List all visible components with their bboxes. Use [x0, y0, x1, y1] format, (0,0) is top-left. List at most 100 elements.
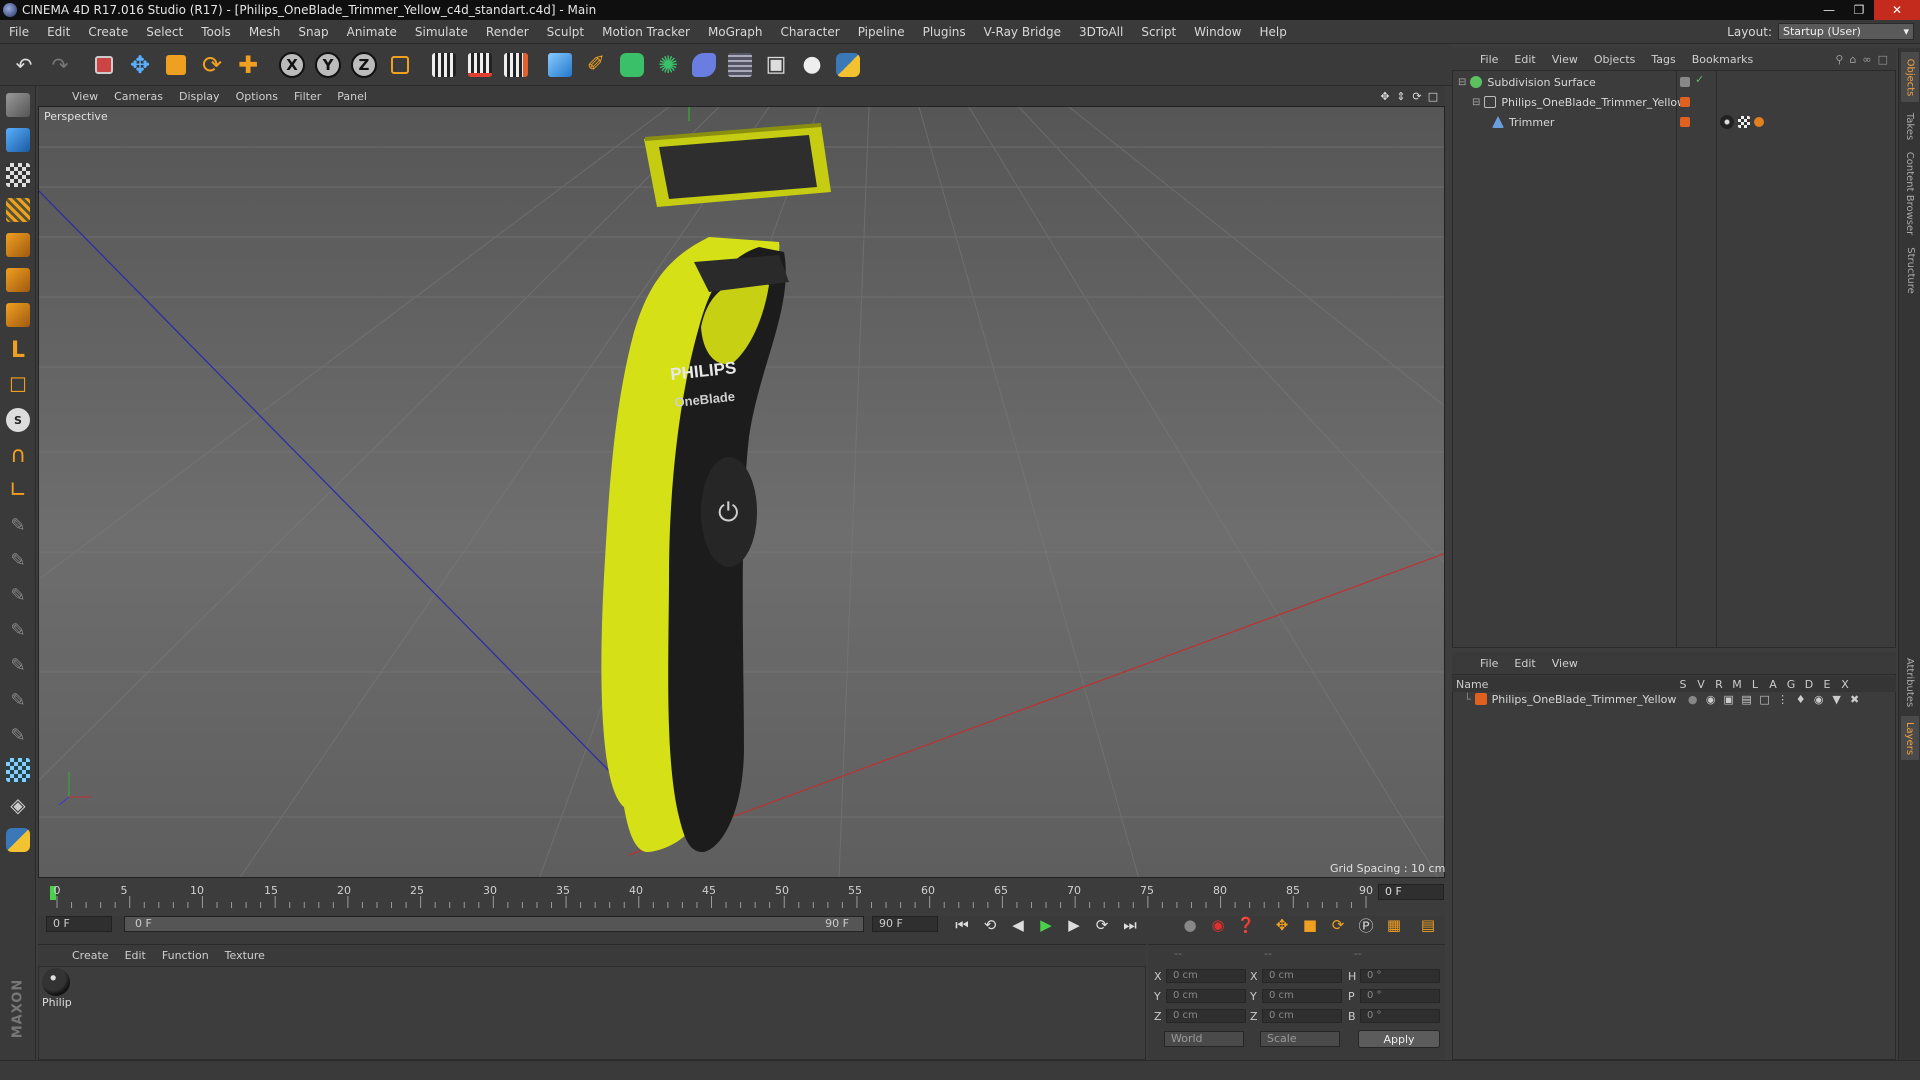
menu-pipeline[interactable]: Pipeline: [849, 25, 914, 39]
python-button[interactable]: [832, 48, 864, 82]
menu-mesh[interactable]: Mesh: [240, 25, 290, 39]
cube-button[interactable]: [544, 48, 576, 82]
coordinate-system-button[interactable]: [384, 48, 416, 82]
magnet-button[interactable]: ∩: [2, 439, 34, 471]
undo-button[interactable]: ↶: [8, 48, 40, 82]
tab-structure[interactable]: Structure: [1901, 242, 1919, 298]
obj-menu-view[interactable]: View: [1544, 53, 1586, 66]
layer-menu-file[interactable]: File: [1472, 657, 1506, 670]
object-row-philips-null[interactable]: ⊟ Philips_OneBlade_Trimmer_Yellow: [1452, 92, 1896, 112]
link-icon[interactable]: ∞: [1862, 53, 1871, 66]
maximize-view-icon[interactable]: □: [1427, 90, 1439, 103]
texture-tag-icon[interactable]: [1754, 117, 1764, 127]
render-view-button[interactable]: [428, 48, 460, 82]
position-y-field[interactable]: 0 cm: [1166, 989, 1246, 1003]
layer-lock-icon[interactable]: □: [1756, 693, 1774, 706]
deformer-button[interactable]: [688, 48, 720, 82]
menu-select[interactable]: Select: [137, 25, 192, 39]
check-icon[interactable]: ✓: [1695, 73, 1704, 86]
key-parameter-button[interactable]: Ⓟ: [1354, 913, 1378, 937]
layer-menu-edit[interactable]: Edit: [1506, 657, 1543, 670]
menu-3dtoall[interactable]: 3DToAll: [1070, 25, 1132, 39]
checker-tag-icon[interactable]: [1738, 116, 1750, 128]
layer-menu-view[interactable]: View: [1544, 657, 1586, 670]
obj-menu-bookmarks[interactable]: Bookmarks: [1684, 53, 1761, 66]
new-window-icon[interactable]: □: [1878, 53, 1888, 66]
left-python-button[interactable]: [2, 824, 34, 856]
obj-menu-tags[interactable]: Tags: [1643, 53, 1683, 66]
home-icon[interactable]: ⌂: [1849, 53, 1856, 66]
vp-menu-cameras[interactable]: Cameras: [106, 90, 171, 103]
layer-color-swatch[interactable]: [1680, 97, 1690, 107]
floor-button[interactable]: [724, 48, 756, 82]
transform-button[interactable]: ✚: [232, 48, 264, 82]
vp-menu-display[interactable]: Display: [171, 90, 228, 103]
obj-menu-objects[interactable]: Objects: [1586, 53, 1644, 66]
go-to-start-button[interactable]: ⏮: [950, 913, 974, 937]
record-keys-button[interactable]: ●: [1178, 913, 1202, 937]
dolly-icon[interactable]: ⇕: [1395, 90, 1407, 103]
layer-deformer-icon[interactable]: ◉: [1810, 693, 1828, 706]
menu-help[interactable]: Help: [1250, 25, 1295, 39]
menu-character[interactable]: Character: [771, 25, 848, 39]
layer-color-swatch[interactable]: [1680, 77, 1690, 87]
previous-frame-button[interactable]: ◀: [1006, 913, 1030, 937]
end-frame-field[interactable]: 90 F: [872, 916, 938, 932]
pen-button[interactable]: ✐: [580, 48, 612, 82]
vp-menu-filter[interactable]: Filter: [286, 90, 329, 103]
sculpt-brush-6-button[interactable]: ✎: [2, 684, 34, 716]
render-picture-viewer-button[interactable]: [464, 48, 496, 82]
sculpt-brush-4-button[interactable]: ✎: [2, 614, 34, 646]
menu-vray-bridge[interactable]: V-Ray Bridge: [975, 25, 1070, 39]
tab-attributes[interactable]: Attributes: [1901, 652, 1919, 712]
paint-button[interactable]: ◈: [2, 789, 34, 821]
layer-color-swatch[interactable]: [1680, 117, 1690, 127]
start-frame-field[interactable]: 0 F: [46, 916, 112, 932]
tweak-button[interactable]: ☐: [2, 369, 34, 401]
position-z-field[interactable]: 0 cm: [1166, 1009, 1246, 1023]
mat-menu-texture[interactable]: Texture: [217, 949, 273, 962]
layout-dropdown[interactable]: Startup (User) ▾: [1778, 23, 1914, 40]
frame-range-slider[interactable]: 0 F 90 F: [124, 916, 864, 932]
collapse-icon[interactable]: ⊟: [1472, 97, 1480, 108]
next-key-button[interactable]: ⟳: [1090, 913, 1114, 937]
menu-plugins[interactable]: Plugins: [914, 25, 975, 39]
layer-manager-icon[interactable]: ▤: [1738, 693, 1756, 706]
menu-sculpt[interactable]: Sculpt: [538, 25, 593, 39]
axis-mode-button[interactable]: L: [2, 334, 34, 366]
sculpt-brush-3-button[interactable]: ✎: [2, 579, 34, 611]
autokey-button[interactable]: ◉: [1206, 913, 1230, 937]
menu-create[interactable]: Create: [79, 25, 137, 39]
next-frame-button[interactable]: ▶: [1062, 913, 1086, 937]
cloner-button[interactable]: ✺: [652, 48, 684, 82]
rotation-p-field[interactable]: 0 °: [1360, 989, 1440, 1003]
go-to-end-button[interactable]: ⏭: [1118, 913, 1142, 937]
edges-mode-button[interactable]: [2, 264, 34, 296]
menu-edit[interactable]: Edit: [38, 25, 79, 39]
apply-button[interactable]: Apply: [1358, 1030, 1440, 1048]
vp-menu-panel[interactable]: Panel: [329, 90, 375, 103]
sculpt-brush-2-button[interactable]: ✎: [2, 544, 34, 576]
subdivision-button[interactable]: [616, 48, 648, 82]
play-button[interactable]: ▶: [1034, 913, 1058, 937]
orbit-icon[interactable]: ⟳: [1411, 90, 1423, 103]
y-axis-button[interactable]: Y: [312, 48, 344, 82]
polygons-mode-button[interactable]: [2, 299, 34, 331]
layer-animation-icon[interactable]: ⋮: [1774, 693, 1792, 706]
coordinate-space-dropdown[interactable]: World: [1164, 1031, 1244, 1047]
material-swatch[interactable]: [42, 968, 70, 996]
close-icon[interactable]: ✕: [1874, 0, 1920, 20]
obj-menu-edit[interactable]: Edit: [1506, 53, 1543, 66]
layer-expression-icon[interactable]: ▼: [1828, 693, 1846, 706]
key-position-button[interactable]: ✥: [1270, 913, 1294, 937]
layer-xref-icon[interactable]: ✖: [1846, 693, 1864, 706]
minimize-icon[interactable]: —: [1814, 0, 1844, 20]
move-button[interactable]: ✥: [124, 48, 156, 82]
scale-button[interactable]: [160, 48, 192, 82]
mat-menu-function[interactable]: Function: [154, 949, 217, 962]
sculpt-brush-7-button[interactable]: ✎: [2, 719, 34, 751]
z-axis-button[interactable]: Z: [348, 48, 380, 82]
vp-menu-options[interactable]: Options: [228, 90, 286, 103]
maximize-icon[interactable]: ❐: [1844, 0, 1874, 20]
rotation-h-field[interactable]: 0 °: [1360, 969, 1440, 983]
